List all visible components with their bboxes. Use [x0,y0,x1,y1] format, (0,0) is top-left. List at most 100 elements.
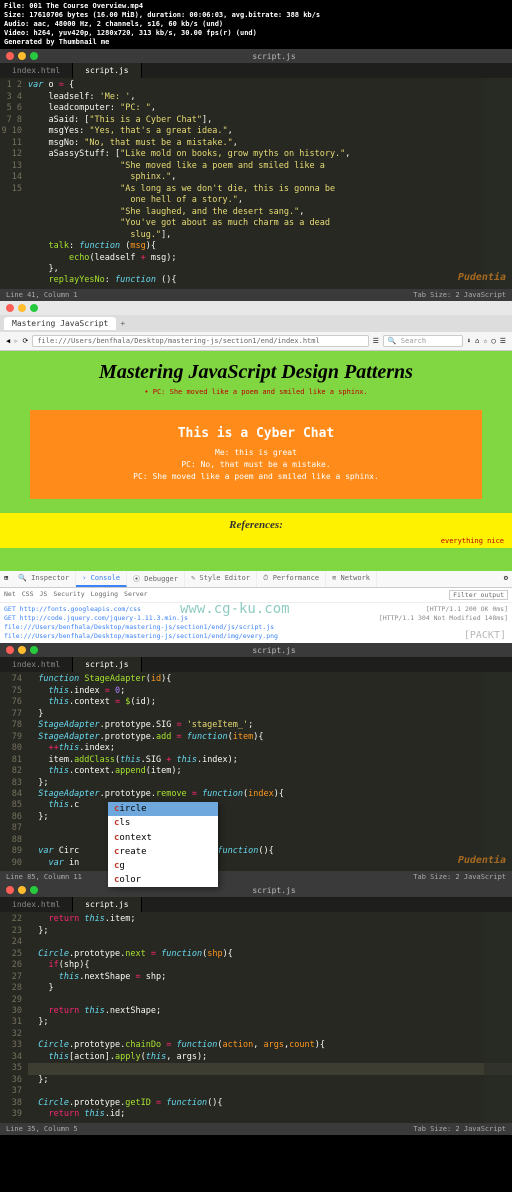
window-title: script.js [42,646,506,654]
tab-script[interactable]: script.js [73,63,141,78]
minimize-icon[interactable] [18,52,26,60]
info-line: Size: 17610706 bytes (16.00 MiB), durati… [4,11,508,20]
status-bar: Line 41, Column 1 Tab Size: 2 JavaScript [0,289,512,301]
status-left: Line 35, Column 5 [6,1125,78,1133]
minimize-icon[interactable] [18,304,26,312]
autocomplete-item[interactable]: circle [108,802,218,816]
maximize-icon[interactable] [30,52,38,60]
references-heading: References: [0,513,512,537]
editor-tabs: index.html script.js [0,897,512,912]
maximize-icon[interactable] [30,646,38,654]
console-row: file:///Users/benfhala/Desktop/mastering… [4,623,508,632]
bookmark-icon[interactable]: ☆ [483,337,487,345]
devtools-settings-icon[interactable]: ⚙ [500,571,512,587]
minimize-icon[interactable] [18,886,26,894]
info-line: Audio: aac, 48000 Hz, 2 channels, s16, 6… [4,20,508,29]
brand-watermark: Pudentia [458,271,506,285]
code-editor[interactable]: 1 2 3 4 5 6 7 8 9 10 11 12 13 14 15 var … [0,78,512,288]
dt-tab-network[interactable]: ≋ Network [326,571,377,587]
editor-window-2: script.js index.html script.js 74 75 76 … [0,643,512,883]
maximize-icon[interactable] [30,304,38,312]
footer-text: everything nice [0,537,512,548]
dt-sub-srv[interactable]: Server [124,590,147,600]
chat-line: Me: this is great [46,447,466,459]
new-tab-icon[interactable]: + [120,319,125,328]
code-content[interactable]: return this.item; }; Circle.prototype.ne… [28,914,512,1120]
maximize-icon[interactable] [30,886,38,894]
devtools-tabs: ⊞ 🔍 Inspector › Console ⦿ Debugger ✎ Sty… [0,571,512,588]
autocomplete-item[interactable]: context [108,831,218,845]
search-input[interactable]: 🔍 Search [383,335,463,347]
line-gutter: 22 23 24 25 26 27 28 29 30 31 32 33 34 3… [0,914,28,1120]
console-output[interactable]: GET http://fonts.googleapis.com/css[HTTP… [0,603,512,643]
chat-title: This is a Cyber Chat [46,426,466,441]
editor-tabs: index.html script.js [0,63,512,78]
pocket-icon[interactable]: ◯ [492,337,496,345]
tab-index[interactable]: index.html [0,657,73,672]
close-icon[interactable] [6,52,14,60]
download-icon[interactable]: ⬇ [467,337,471,345]
filter-input[interactable]: Filter output [449,590,508,600]
devtools-subtabs: Net CSS JS Security Logging Server Filte… [0,588,512,603]
close-icon[interactable] [6,304,14,312]
page-subtitle: • PC: She moved like a poem and smiled l… [0,388,512,396]
info-line: Video: h264, yuv420p, 1280x720, 313 kb/s… [4,29,508,38]
dt-tab-perf[interactable]: ⏱ Performance [257,571,326,587]
autocomplete-item[interactable]: create [108,845,218,859]
dt-tab-console[interactable]: › Console [76,571,127,587]
dt-tab-style[interactable]: ✎ Style Editor [185,571,257,587]
autocomplete-item[interactable]: cls [108,816,218,830]
tab-script[interactable]: script.js [73,657,141,672]
console-row: file:///Users/benfhala/Desktop/mastering… [4,632,508,641]
autocomplete-popup[interactable]: circle cls context create cg color [108,802,218,887]
code-editor[interactable]: 74 75 76 77 78 79 80 81 82 83 84 85 86 8… [0,672,512,871]
menu-icon[interactable]: ☰ [500,337,506,345]
reader-icon[interactable]: ☰ [373,337,379,345]
dt-tab-debugger[interactable]: ⦿ Debugger [127,571,185,587]
chat-box: This is a Cyber Chat Me: this is great P… [30,410,482,499]
status-bar: Line 35, Column 5 Tab Size: 2 JavaScript [0,1123,512,1135]
reload-icon[interactable]: ⟳ [22,337,28,345]
dt-sub-js[interactable]: JS [40,590,48,600]
tab-index[interactable]: index.html [0,897,73,912]
forward-icon[interactable]: ▶ [14,337,18,345]
browser-tab[interactable]: Mastering JavaScript [4,317,116,330]
tab-index[interactable]: index.html [0,63,73,78]
code-content[interactable]: function StageAdapter(id){ this.index = … [28,674,512,869]
status-left: Line 41, Column 1 [6,291,78,299]
back-icon[interactable]: ◀ [6,337,10,345]
devtools: ⊞ 🔍 Inspector › Console ⦿ Debugger ✎ Sty… [0,571,512,643]
autocomplete-item[interactable]: color [108,873,218,887]
console-row: GET http://code.jquery.com/jquery-1.11.3… [4,614,508,623]
dt-sub-log[interactable]: Logging [91,590,118,600]
minimap[interactable] [484,912,512,1122]
tab-script[interactable]: script.js [73,897,141,912]
close-icon[interactable] [6,646,14,654]
chat-line: PC: She moved like a poem and smiled lik… [46,471,466,483]
home-icon[interactable]: ⌂ [475,337,479,345]
code-content[interactable]: var o = { leadself: 'Me: ', leadcomputer… [28,80,512,286]
autocomplete-item[interactable]: cg [108,859,218,873]
window-title: script.js [42,886,506,894]
url-bar[interactable]: file:///Users/benfhala/Desktop/mastering… [32,335,368,347]
minimap[interactable] [484,672,512,871]
minimap[interactable] [484,78,512,288]
status-right: Tab Size: 2 JavaScript [413,873,506,881]
devtools-toggle-icon[interactable]: ⊞ [0,571,12,587]
dt-sub-net[interactable]: Net [4,590,16,600]
code-editor[interactable]: 22 23 24 25 26 27 28 29 30 31 32 33 34 3… [0,912,512,1122]
chat-line: PC: No, that must be a mistake. [46,459,466,471]
editor-tabs: index.html script.js [0,657,512,672]
dt-sub-css[interactable]: CSS [22,590,34,600]
minimize-icon[interactable] [18,646,26,654]
file-info-header: File: 001 The Course Overview.mp4 Size: … [0,0,512,49]
brand-watermark: Pudentia [458,854,506,868]
info-line: Generated by Thumbnail me [4,38,508,47]
dt-sub-sec[interactable]: Security [53,590,84,600]
browser-toolbar: ◀ ▶ ⟳ file:///Users/benfhala/Desktop/mas… [0,332,512,351]
close-icon[interactable] [6,886,14,894]
status-right: Tab Size: 2 JavaScript [413,1125,506,1133]
browser-tabs: Mastering JavaScript + [0,315,512,332]
dt-tab-inspector[interactable]: 🔍 Inspector [12,571,76,587]
editor-window-1: script.js index.html script.js 1 2 3 4 5… [0,49,512,300]
